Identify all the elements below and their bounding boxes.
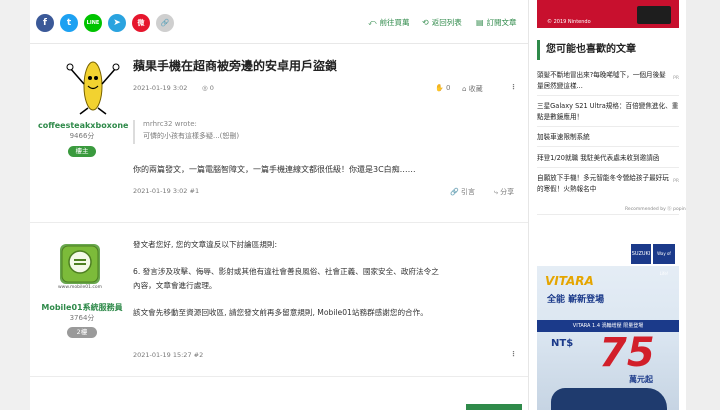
related-item-title-cont: 量居然變這樣... <box>537 82 583 90</box>
top-ad-banner[interactable]: © 2019 Nintendo <box>537 0 679 28</box>
user-points: 3764分 <box>69 314 95 322</box>
username[interactable]: coffeesteakxboxone <box>38 121 128 130</box>
divider <box>537 214 679 215</box>
notice-rule: 6. 發言涉及攻擊、侮辱、影射或其他有違社會善良風俗、社會正義、國家安全、政府法… <box>133 267 439 276</box>
collect-button[interactable]: ⌂ 收藏 <box>462 84 483 94</box>
avatar[interactable] <box>58 54 128 116</box>
floor-badge: 2樓 <box>67 327 97 338</box>
car-image <box>551 388 667 410</box>
view-count: ◎ 0 <box>202 84 214 92</box>
twitter-share-icon[interactable]: t <box>60 14 78 32</box>
eye-icon: ◎ <box>202 84 210 92</box>
avatar[interactable] <box>60 244 100 284</box>
prev-icon: ⤺ <box>368 18 377 27</box>
prev-button[interactable]: ⤺ 前往買萬 <box>368 17 410 28</box>
like-button[interactable]: ✋ 0 <box>435 84 450 92</box>
username[interactable]: Mobile01系統服務員 <box>36 302 128 313</box>
post-footer-meta: 2021-01-19 3:02 #1 <box>133 187 200 195</box>
quote-block: mrhrc32 wrote: 可憐的小孩有這樣多疑...(恕刪) <box>133 120 383 144</box>
related-item-title-cont: 點是數鏡應用！ <box>537 113 584 121</box>
ad-tagline: Way of Life! <box>653 244 675 276</box>
share-button[interactable]: ⤷ 分享 <box>494 187 514 197</box>
ad-model: VITARA <box>545 274 594 288</box>
post-date: 2021-01-19 3:02 <box>133 84 188 92</box>
more-menu-icon[interactable]: ⋮ <box>510 350 517 358</box>
more-menu-icon[interactable]: ⋮ <box>510 83 517 91</box>
sidebar: © 2019 Nintendo 您可能也喜歡的文章 頭髮不斷地冒出來?每晚唏噓下… <box>528 0 686 410</box>
page-gutter <box>686 0 720 410</box>
list-icon: ⟲ <box>422 18 429 27</box>
ad-currency: NT$ <box>551 338 574 349</box>
suzuki-ad[interactable]: SUZUKI Way of Life! VITARA 全能 嶄新登場 VITAR… <box>537 238 679 410</box>
user-points: 9466分 <box>69 132 95 140</box>
related-item[interactable]: 頭髮不斷地冒出來?每晚唏噓下，一個月後髮 量居然變這樣... PR <box>537 70 679 92</box>
mobile01-logo-icon <box>61 245 99 283</box>
related-item[interactable]: 三星Galaxy S21 Ultra規格：百倍變焦進化、重 點是數鏡應用！ <box>537 101 679 123</box>
post-footer-meta: 2021-01-19 15:27 #2 <box>133 351 204 359</box>
link-share-icon[interactable]: 🔗 <box>156 14 174 32</box>
related-item-title: 加裝車速限制系統 <box>537 133 590 141</box>
subscribe-icon: ▤ <box>476 18 484 27</box>
divider <box>537 167 679 168</box>
thread-main: f t LINE ➤ 微 🔗 ⤺ 前往買萬 ⟲ 返回列表 ▤ 訂閱文章 coffees… <box>30 0 528 410</box>
reply-button[interactable] <box>466 404 522 410</box>
bookmark-icon: ⌂ <box>462 85 469 93</box>
quote-text: 可憐的小孩有這樣多疑...(恕刪) <box>143 132 240 140</box>
related-heading: 您可能也喜歡的文章 <box>537 40 679 60</box>
telegram-share-icon[interactable]: ➤ <box>108 14 126 32</box>
share-bar: f t LINE ➤ 微 🔗 ⤺ 前往買萬 ⟲ 返回列表 ▤ 訂閱文章 <box>30 0 528 44</box>
notice-line: 發文者您好, 您的文章違反以下討論區規則: <box>133 240 278 249</box>
cite-button[interactable]: 🔗 引言 <box>450 187 475 197</box>
post-divider <box>30 222 528 223</box>
ad-price: 75 <box>599 330 655 376</box>
avatar-caption: www.mobile01.com <box>57 285 103 290</box>
facebook-share-icon[interactable]: f <box>36 14 54 32</box>
pr-badge: PR <box>673 76 679 81</box>
related-item-title: 拜登1/20就職 我駐美代表處未收到邀請函 <box>537 154 660 162</box>
quote-author: mrhrc32 wrote: <box>143 120 197 128</box>
divider <box>537 146 679 147</box>
post-title: 蘋果手機在超商被旁邊的安卓用戶盜鎖 <box>133 59 338 73</box>
divider <box>537 95 679 96</box>
suzuki-logo: SUZUKI <box>631 244 651 264</box>
post-content: 你的兩篇發文，一篇電腦智障文，一篇手機連線文都很低級！你還是3C白痴…… <box>133 165 416 174</box>
notice-rule-cont: 內容，文章會進行處理。 <box>133 281 217 290</box>
subscribe-button[interactable]: ▤ 訂閱文章 <box>476 17 517 28</box>
divider <box>537 126 679 127</box>
related-item[interactable]: 加裝車速限制系統 <box>537 132 679 143</box>
pr-badge: PR <box>673 179 679 184</box>
notice-closing: 該文會先移動至資源回收區, 請您發文前再多留意規則, Mobile01站務群感謝… <box>133 308 428 317</box>
related-item-title-cont: 的寒假！火熱報名中 <box>537 185 597 193</box>
related-item-title: 頭髮不斷地冒出來?每晚唏噓下，一個月後髮 <box>537 71 666 79</box>
ad-caption: © 2019 Nintendo <box>547 19 591 25</box>
post-divider <box>30 376 528 377</box>
quote-icon: 🔗 <box>450 188 461 196</box>
related-item-title: 三星Galaxy S21 Ultra規格：百倍變焦進化、重 <box>537 102 679 110</box>
related-item[interactable]: 拜登1/20就職 我駐美代表處未收到邀請函 <box>537 153 679 164</box>
like-icon: ✋ <box>435 84 446 92</box>
line-share-icon[interactable]: LINE <box>84 14 102 32</box>
recommended-by[interactable]: Recommended by ⓑ popin <box>625 206 686 212</box>
back-to-list-button[interactable]: ⟲ 返回列表 <box>422 17 462 28</box>
ad-unit: 萬元起 <box>629 375 653 384</box>
ad-slogan: 全能 嶄新登場 <box>547 295 605 305</box>
weibo-share-icon[interactable]: 微 <box>132 14 150 32</box>
console-image <box>637 6 671 24</box>
floor-badge: 樓主 <box>68 146 96 157</box>
related-item[interactable]: 自願放下手機！多元智能冬令營給孩子最好玩 的寒假！火熱報名中 PR <box>537 173 679 195</box>
related-item-title: 自願放下手機！多元智能冬令營給孩子最好玩 <box>537 174 669 182</box>
